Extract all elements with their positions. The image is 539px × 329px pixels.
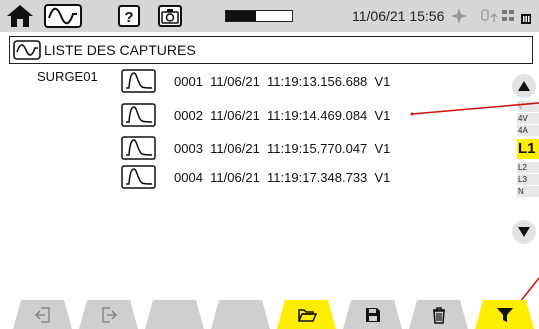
capture-row[interactable]: 0002 11/06/21 11:19:14.469.084 V1 — [121, 103, 421, 127]
exit-right-tab[interactable] — [79, 300, 138, 329]
battery-icon — [225, 10, 293, 22]
save-tab[interactable] — [343, 300, 402, 329]
transient-waveform-icon — [121, 165, 156, 189]
help-icon[interactable]: ? — [118, 3, 140, 28]
memory-icon — [521, 11, 531, 24]
waveform-icon — [13, 40, 41, 60]
page-title: LISTE DES CAPTURES — [44, 42, 196, 58]
network-icon — [480, 8, 516, 24]
channel-item[interactable]: 4V — [517, 113, 539, 124]
channel-item[interactable]: L2 — [517, 162, 539, 173]
delete-tab[interactable] — [409, 300, 468, 329]
capture-entry-text: 0001 11/06/21 11:19:13.156.688 V1 — [174, 74, 391, 89]
open-folder-tab[interactable] — [277, 300, 336, 329]
trash-icon — [432, 306, 445, 324]
bottom-toolbar — [0, 300, 539, 329]
empty-tab[interactable] — [211, 300, 270, 329]
channel-item-selected[interactable]: L1 — [517, 139, 539, 159]
capture-entry-text: 0002 11/06/21 11:19:14.469.084 V1 — [174, 108, 391, 123]
folder-icon — [297, 308, 317, 322]
battery-level-fill — [226, 11, 256, 21]
svg-text:?: ? — [124, 9, 133, 26]
save-icon — [365, 307, 380, 322]
datetime: 11/06/21 15:56 — [352, 8, 445, 24]
arrow-up-icon — [518, 81, 530, 91]
capture-row[interactable]: 0004 11/06/21 11:19:17.348.733 V1 — [121, 165, 421, 189]
capture-row[interactable]: 0001 11/06/21 11:19:13.156.688 V1 — [121, 69, 421, 93]
scroll-down-button[interactable] — [512, 220, 536, 244]
transient-waveform-icon — [121, 136, 156, 160]
filter-tab[interactable] — [475, 300, 534, 329]
transient-waveform-icon — [121, 103, 156, 127]
empty-tab[interactable] — [145, 300, 204, 329]
title-bar: LISTE DES CAPTURES — [9, 36, 533, 64]
camera-icon[interactable] — [158, 3, 182, 28]
exit-left-tab[interactable] — [13, 300, 72, 329]
status-bar: ? 11/06/21 15:56 — [0, 0, 539, 32]
exit-right-icon — [101, 306, 117, 323]
gps-icon — [451, 8, 467, 24]
channel-item[interactable]: L3 — [517, 174, 539, 185]
filter-icon — [496, 307, 513, 322]
capture-file-name[interactable]: SURGE01 — [37, 69, 98, 84]
channel-item[interactable]: N — [517, 186, 539, 197]
transient-waveform-icon — [121, 69, 156, 93]
capture-row[interactable]: 0003 11/06/21 11:19:15.770.047 V1 — [121, 136, 421, 160]
capture-entry-text: 0003 11/06/21 11:19:15.770.047 V1 — [174, 141, 391, 156]
waveform-mode-icon[interactable] — [44, 3, 82, 28]
home-icon[interactable] — [4, 3, 36, 28]
channel-item[interactable]: 4A — [517, 125, 539, 136]
channel-item[interactable]: V — [517, 101, 539, 112]
channel-selector: V 4V 4A L1 L2 L3 N — [517, 101, 539, 198]
pointer-line-to-filter — [519, 277, 539, 303]
exit-left-icon — [34, 306, 50, 323]
capture-entry-text: 0004 11/06/21 11:19:17.348.733 V1 — [174, 170, 391, 185]
scroll-up-button[interactable] — [512, 74, 536, 98]
arrow-down-icon — [518, 227, 530, 237]
